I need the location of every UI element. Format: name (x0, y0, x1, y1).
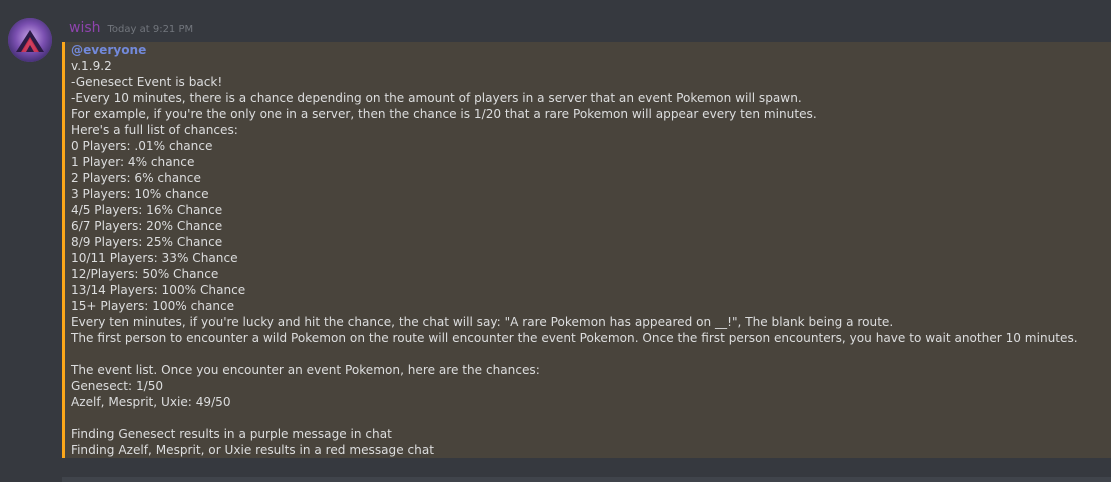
message-line: Genesect: 1/50 (71, 379, 164, 393)
message-line: 10/11 Players: 33% Chance (71, 251, 238, 265)
message-body: @everyone v.1.9.2 -Genesect Event is back… (71, 42, 1078, 458)
message-line: 6/7 Players: 20% Chance (71, 219, 223, 233)
message-line: v.1.9.2 (71, 59, 112, 73)
everyone-mention[interactable]: @everyone (71, 43, 146, 57)
message-line: 2 Players: 6% chance (71, 171, 201, 185)
message-line (71, 346, 1078, 362)
message-line: 13/14 Players: 100% Chance (71, 283, 246, 297)
avatar-image (8, 18, 52, 62)
message-line: -Genesect Event is back! (71, 75, 223, 89)
message-line: 0 Players: .01% chance (71, 139, 213, 153)
message-line: 1 Player: 4% chance (71, 155, 195, 169)
message-line: 3 Players: 10% chance (71, 187, 209, 201)
message-line: The event list. Once you encounter an ev… (71, 363, 540, 377)
message-line: 15+ Players: 100% chance (71, 299, 235, 313)
message-divider (62, 477, 1111, 482)
message-line: Every ten minutes, if you're lucky and h… (71, 315, 894, 329)
message-line: Finding Genesect results in a purple mes… (71, 427, 392, 441)
message-line: 12/Players: 50% Chance (71, 267, 219, 281)
message-line: 4/5 Players: 16% Chance (71, 203, 223, 217)
message-line: For example, if you're the only one in a… (71, 107, 817, 121)
message-line: Azelf, Mesprit, Uxie: 49/50 (71, 395, 231, 409)
message-line: 8/9 Players: 25% Chance (71, 235, 223, 249)
author-name[interactable]: wish (69, 20, 101, 36)
message-line: Finding Azelf, Mesprit, or Uxie results … (71, 443, 434, 457)
chat-view: wish Today at 9:21 PM @everyone v.1.9.2 -… (0, 0, 1111, 482)
mention-line: @everyone (71, 42, 1078, 58)
message-line: The first person to encounter a wild Pok… (71, 331, 1078, 345)
message-line: Here's a full list of chances: (71, 123, 238, 137)
message-content: @everyone v.1.9.2 -Genesect Event is back… (62, 42, 1111, 458)
message-header: wish Today at 9:21 PM (69, 20, 193, 40)
message-line (71, 410, 1078, 426)
avatar[interactable] (8, 18, 52, 62)
message-line: -Every 10 minutes, there is a chance dep… (71, 91, 802, 105)
message-timestamp[interactable]: Today at 9:21 PM (108, 24, 194, 35)
